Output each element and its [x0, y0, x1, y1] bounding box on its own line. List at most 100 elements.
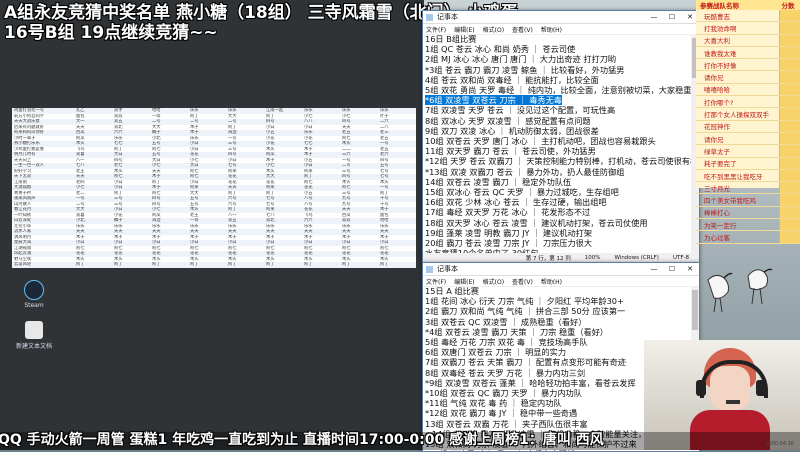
text-line: 3组 双苍云 QC 双凌雪 ｜ 成熟稳重（看好）: [425, 316, 587, 327]
menu-item[interactable]: 帮助(H): [541, 277, 562, 286]
ranking-row: 打我劝命啊: [696, 22, 800, 35]
menu-item[interactable]: 查看(V): [512, 25, 533, 34]
ranking-row: 为心过客: [696, 231, 800, 244]
ranking-row: 大喜大利: [696, 34, 800, 47]
status-item: UTF-8: [672, 255, 689, 261]
team-name: 玩酷曹志: [704, 12, 730, 21]
notepad-window-b-group[interactable]: 记事本 — ☐ ✕ 文件(F) 编辑(E) 格式(O) 查看(V) 帮助(H) 16日 …: [422, 10, 700, 264]
team-name: 打我劝命啊: [704, 24, 737, 33]
status-item: 第 7 行，第 12 列: [525, 256, 571, 262]
text-line: 2组 MJ 冰心 冰心 唐门 唐门 ｜ 大力出奇迹 打打刀哟: [425, 54, 617, 65]
desktop-icon-steam[interactable]: Steam: [4, 280, 64, 309]
team-score: [779, 194, 800, 206]
menu-item[interactable]: 编辑(E): [454, 25, 474, 34]
team-score: [779, 108, 800, 120]
text-line: 9组 双刀 双凌 冰心 ｜ 机动防御太弱，团战很差: [425, 125, 599, 136]
menu-item[interactable]: 查看(V): [512, 277, 533, 286]
spreadsheet-cell[interactable]: 阿丁: [112, 262, 150, 268]
menu-item[interactable]: 格式(O): [483, 277, 504, 286]
minimize-button[interactable]: —: [645, 13, 663, 21]
maximize-button[interactable]: ☐: [663, 13, 681, 21]
spreadsheet-cell[interactable]: 阿丁: [302, 262, 340, 268]
team-name: 打你不好像: [704, 61, 737, 70]
text-line: *12组 天罗 苍云 双霸刀 ｜ 天策控制能力特别棒，打机动，苍云司使很有机会: [425, 156, 691, 167]
ranking-row: 嘻嘻哈哈: [696, 83, 800, 97]
ranking-row: 为笑一定行: [696, 219, 800, 232]
team-name: 吃不到黑黑让我吃牙: [704, 172, 763, 181]
text-line: *4组 双苍云 凌雪 霸刀 天策 ｜ 刀宗 稳重（看好）: [425, 326, 609, 337]
minimize-button[interactable]: —: [645, 265, 663, 273]
spreadsheet-cell[interactable]: 阿丁: [226, 262, 264, 268]
team-name: 谁教我太难: [704, 49, 737, 58]
text-line: 19组 蓬莱 凌雪 明教 霸刀 JY ｜ 建议机动打架: [425, 227, 593, 238]
team-score: [779, 59, 800, 71]
team-score: [779, 83, 800, 96]
team-score: [779, 169, 800, 182]
spreadsheet-row: 云淡风轻 阿丁 阿丁 阿丁 阿丁 阿丁 阿丁 阿丁 阿丁 阿丁: [12, 262, 416, 268]
steam-icon: [24, 280, 44, 300]
text-file-icon: [25, 321, 43, 339]
text-line: 7组 双凌雪 天罗 苍云 ｜ 没见过这个配置，可玩性高: [425, 105, 616, 116]
spreadsheet-cell[interactable]: 阿丁: [188, 262, 226, 268]
text-line: 2组 霸刀 双和尚 气纯 气纯 ｜ 拼合三部 50分 应该第一: [425, 306, 626, 317]
menu-item[interactable]: 文件(F): [426, 277, 446, 286]
title-bar[interactable]: 记事本 — ☐ ✕: [423, 11, 699, 24]
team-score: [779, 206, 800, 219]
ranking-row: 三寸月光: [696, 182, 800, 195]
ranking-row: 棒棒打心: [696, 206, 800, 220]
menu-item[interactable]: 编辑(E): [454, 277, 474, 286]
close-button[interactable]: ✕: [681, 265, 699, 273]
window-title: 记事本: [423, 264, 645, 274]
spreadsheet-cell[interactable]: 云淡风轻: [12, 262, 74, 268]
team-score: [779, 182, 800, 194]
text-editor[interactable]: 16日 B组比赛 1组 QC 苍云 冰心 和尚 奶秀 ｜ 苍云司使 2组 MJ 冰心…: [423, 34, 691, 253]
team-name: 请你兄: [704, 74, 724, 83]
spreadsheet-cell[interactable]: 阿丁: [150, 262, 188, 268]
text-line: 8组 双冰心 天罗 双凌雪 ｜ 感觉配置有点问题: [425, 115, 591, 126]
text-line: 15日 A 组比赛: [425, 286, 479, 296]
maximize-button[interactable]: ☐: [663, 265, 681, 273]
spreadsheet-cell[interactable]: 阿丁: [378, 262, 416, 268]
team-name: 三寸月光: [704, 184, 730, 193]
menu-item[interactable]: 格式(O): [483, 25, 504, 34]
spreadsheet-cell[interactable]: 阿丁: [340, 262, 378, 268]
bottom-ticker-text: QQ 手动火箭一周管 蛋糕1 年吃鸡一直吃到为止 直播时间17:00-0:00 …: [0, 432, 604, 448]
desktop-icons: Steam 新建文本文档: [4, 280, 64, 362]
team-name: 请你兄: [704, 135, 724, 144]
team-score: [779, 96, 800, 108]
window-title: 记事本: [423, 12, 645, 22]
menu-item[interactable]: 帮助(H): [541, 25, 562, 34]
team-name: 大喜大利: [704, 37, 730, 46]
team-score: [779, 34, 800, 46]
spreadsheet-window[interactable]: 鸡蛋打羽毛一号 孔乙 双手 哈哈 乐乐 乐乐 江南一起 乐乐 乐乐 乐乐 前方小阿吾同学 面包 双双 一等…: [12, 108, 416, 268]
team-score: [779, 231, 800, 243]
ranking-row: 绿草太子: [696, 145, 800, 158]
title-bar[interactable]: 记事本 — ☐ ✕: [423, 263, 699, 276]
text-line: 20组 霸刀 苍云 凌雪 刀宗 JY ｜ 刀宗压力很大: [425, 238, 593, 249]
team-score: [779, 219, 800, 231]
ranking-header: 参赛战队名称 分数: [696, 0, 800, 10]
ranking-row: 打你哪个?: [696, 96, 800, 109]
scroll-thumb[interactable]: [692, 290, 698, 330]
text-line: 10组 双苍云 天罗 唐门 冰心 ｜ 主打机动吧，团战也容易栽跟头: [425, 136, 656, 147]
desktop-icon-label: 新建文本文档: [15, 343, 52, 350]
team-name: 耗子要完了: [704, 160, 737, 169]
text-line: 14组 双苍云 凌雪 霸刀 ｜ 稳定外功队伍: [425, 176, 572, 187]
ranking-header-score: 分数: [781, 2, 795, 10]
ranking-row: 耗子要完了: [696, 157, 800, 170]
ranking-row: 谁教我太难: [696, 46, 800, 60]
team-score: [779, 157, 800, 169]
team-name: 棒棒打心: [704, 209, 730, 218]
ranking-row: 请你兄: [696, 132, 800, 146]
text-line: 16组 双花 少林 冰心 苍云 ｜ 生存过硬，输出组吧: [425, 197, 607, 208]
overlay-next-round-line: 16号B组 19点继续竞猜~~: [4, 23, 218, 43]
ranking-row: 请你兄: [696, 71, 800, 84]
spreadsheet-cell[interactable]: 阿丁: [264, 262, 302, 268]
menu-item[interactable]: 文件(F): [426, 25, 446, 34]
team-ranking-panel: 参赛战队名称 分数 玩酷曹志 打我劝命啊 大喜大利 谁教我太难 打你不好像 请你兄 嘻嘻哈哈…: [696, 0, 800, 244]
text-line: 16日 B组比赛: [425, 34, 477, 44]
text-line: 4组 苍云 双和尚 双毒经 ｜ 能抗能打，比较全面: [425, 74, 599, 85]
desktop-icon-textfile[interactable]: 新建文本文档: [4, 321, 64, 350]
spreadsheet-cell[interactable]: 阿丁: [74, 262, 112, 268]
ranking-row: 吃不到黑黑让我吃牙: [696, 169, 800, 183]
